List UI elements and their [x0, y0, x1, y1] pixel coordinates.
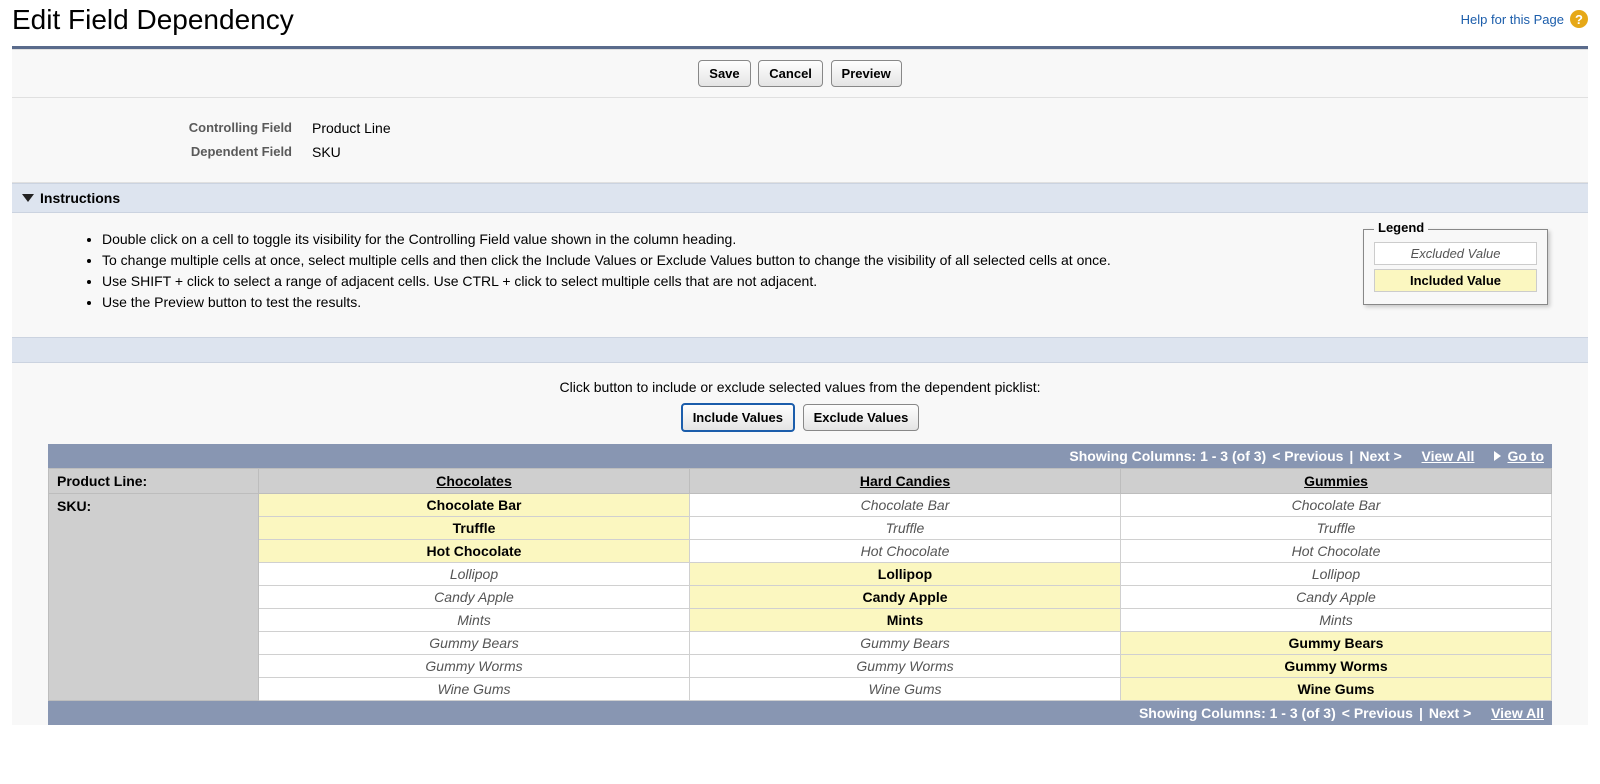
column-header[interactable]: Hard Candies — [690, 469, 1121, 494]
matrix-cell[interactable]: Gummy Worms — [1121, 655, 1552, 678]
preview-button[interactable]: Preview — [831, 60, 902, 87]
goto-arrow-icon — [1494, 451, 1501, 461]
matrix-cell[interactable]: Lollipop — [259, 563, 690, 586]
showing-columns-label: Showing Columns: 1 - 3 (of 3) — [1069, 448, 1266, 464]
matrix-cell[interactable]: Mints — [259, 609, 690, 632]
matrix-cell[interactable]: Hot Chocolate — [690, 540, 1121, 563]
dependent-field-label: Dependent Field — [12, 144, 312, 160]
matrix-cell[interactable]: Chocolate Bar — [259, 494, 690, 517]
matrix-cell[interactable]: Gummy Bears — [690, 632, 1121, 655]
next-link-disabled: Next > — [1429, 705, 1471, 721]
view-all-link[interactable]: View All — [1491, 705, 1544, 721]
include-values-button[interactable]: Include Values — [681, 403, 795, 432]
matrix-cell[interactable]: Gummy Bears — [259, 632, 690, 655]
matrix-cell[interactable]: Gummy Bears — [1121, 632, 1552, 655]
instructions-list: Double click on a cell to toggle its vis… — [42, 229, 1111, 313]
matrix-cell[interactable]: Chocolate Bar — [690, 494, 1121, 517]
matrix-cell[interactable]: Gummy Worms — [259, 655, 690, 678]
matrix-cell[interactable]: Truffle — [690, 517, 1121, 540]
controlling-row-label: Product Line: — [49, 469, 259, 494]
showing-columns-label: Showing Columns: 1 - 3 (of 3) — [1139, 705, 1336, 721]
top-button-bar: Save Cancel Preview — [12, 49, 1588, 98]
previous-link-disabled: < Previous — [1272, 448, 1343, 464]
exclude-values-button[interactable]: Exclude Values — [803, 404, 920, 431]
controlling-field-value: Product Line — [312, 120, 391, 136]
instructions-title: Instructions — [40, 190, 120, 206]
help-for-this-page-label: Help for this Page — [1461, 12, 1564, 27]
instructions-toggle[interactable]: Instructions — [12, 183, 1588, 213]
view-all-link[interactable]: View All — [1422, 448, 1475, 464]
save-button[interactable]: Save — [698, 60, 750, 87]
instruction-item: Use SHIFT + click to select a range of a… — [102, 271, 1111, 292]
matrix-cell[interactable]: Mints — [1121, 609, 1552, 632]
chevron-down-icon — [22, 194, 34, 202]
matrix-cell[interactable]: Wine Gums — [1121, 678, 1552, 701]
instruction-item: Double click on a cell to toggle its vis… — [102, 229, 1111, 250]
dependent-field-value: SKU — [312, 144, 341, 160]
previous-link-disabled: < Previous — [1342, 705, 1413, 721]
column-header[interactable]: Chocolates — [259, 469, 690, 494]
next-link-disabled: Next > — [1359, 448, 1401, 464]
matrix-cell[interactable]: Hot Chocolate — [259, 540, 690, 563]
matrix-cell[interactable]: Mints — [690, 609, 1121, 632]
help-for-this-page-link[interactable]: Help for this Page ? — [1461, 4, 1588, 28]
column-header[interactable]: Gummies — [1121, 469, 1552, 494]
instruction-item: To change multiple cells at once, select… — [102, 250, 1111, 271]
legend-excluded-swatch: Excluded Value — [1374, 242, 1537, 265]
page-title: Edit Field Dependency — [12, 4, 294, 36]
controlling-field-label: Controlling Field — [12, 120, 312, 136]
instruction-item: Use the Preview button to test the resul… — [102, 292, 1111, 313]
matrix-cell[interactable]: Lollipop — [1121, 563, 1552, 586]
dependent-row-label: SKU: — [49, 494, 259, 701]
matrix-cell[interactable]: Hot Chocolate — [1121, 540, 1552, 563]
action-prompt: Click button to include or exclude selec… — [12, 363, 1588, 395]
legend-box: Legend Excluded Value Included Value — [1363, 229, 1548, 305]
field-info-block: Controlling Field Product Line Dependent… — [12, 98, 1588, 183]
matrix-cell[interactable]: Candy Apple — [690, 586, 1121, 609]
matrix-nav-top: Showing Columns: 1 - 3 (of 3) < Previous… — [48, 444, 1552, 468]
matrix-cell[interactable]: Candy Apple — [259, 586, 690, 609]
legend-included-swatch: Included Value — [1374, 269, 1537, 292]
matrix-cell[interactable]: Wine Gums — [690, 678, 1121, 701]
matrix-cell[interactable]: Gummy Worms — [690, 655, 1121, 678]
matrix-cell[interactable]: Truffle — [1121, 517, 1552, 540]
legend-title: Legend — [1374, 220, 1428, 235]
matrix-cell[interactable]: Truffle — [259, 517, 690, 540]
section-divider — [12, 337, 1588, 363]
dependency-matrix-table: Product Line: Chocolates Hard Candies Gu… — [48, 468, 1552, 701]
matrix-cell[interactable]: Lollipop — [690, 563, 1121, 586]
go-to-link[interactable]: Go to — [1507, 448, 1544, 464]
matrix-cell[interactable]: Candy Apple — [1121, 586, 1552, 609]
matrix-cell[interactable]: Chocolate Bar — [1121, 494, 1552, 517]
matrix-nav-bottom: Showing Columns: 1 - 3 (of 3) < Previous… — [48, 701, 1552, 725]
help-icon: ? — [1570, 10, 1588, 28]
cancel-button[interactable]: Cancel — [758, 60, 823, 87]
matrix-cell[interactable]: Wine Gums — [259, 678, 690, 701]
